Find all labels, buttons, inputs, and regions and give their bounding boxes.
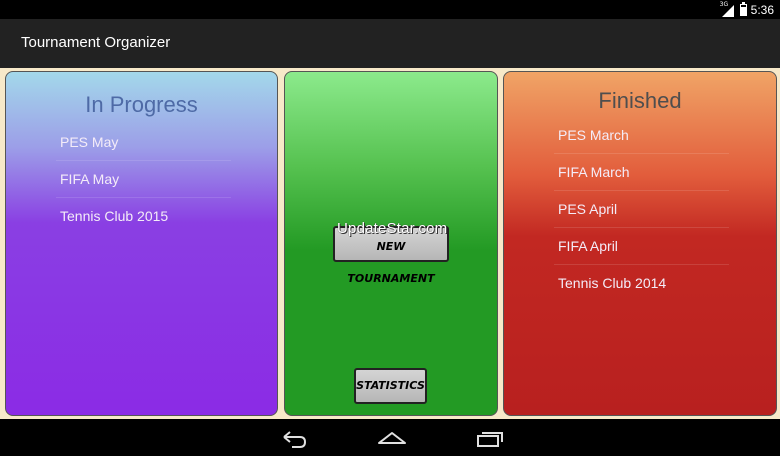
- status-bar: 3G 5:36: [0, 0, 780, 19]
- finished-item[interactable]: PES March: [554, 117, 729, 154]
- watermark: UpdateStar.com: [337, 220, 448, 237]
- finished-item[interactable]: FIFA March: [554, 154, 729, 191]
- action-bar: Tournament Organizer: [0, 19, 780, 68]
- in-progress-item[interactable]: PES May: [56, 124, 231, 161]
- home-icon[interactable]: [376, 427, 408, 449]
- finished-list: PES March FIFA March PES April FIFA Apri…: [554, 117, 729, 302]
- finished-item[interactable]: FIFA April: [554, 228, 729, 265]
- finished-title: Finished: [598, 88, 682, 113]
- finished-item[interactable]: Tennis Club 2014: [554, 265, 729, 302]
- in-progress-panel: In Progress PES May FIFA May Tennis Club…: [5, 71, 278, 416]
- main-content: In Progress PES May FIFA May Tennis Club…: [0, 68, 780, 419]
- navigation-bar: [0, 419, 780, 456]
- in-progress-item[interactable]: FIFA May: [56, 161, 231, 198]
- back-icon[interactable]: [278, 427, 310, 449]
- battery-icon: [739, 1, 747, 16]
- statistics-button[interactable]: STATISTICS: [354, 368, 427, 404]
- signal-icon: 3G: [720, 1, 736, 17]
- in-progress-title: In Progress: [85, 92, 198, 117]
- app-title: Tournament Organizer: [21, 34, 171, 51]
- in-progress-item[interactable]: Tennis Club 2015: [56, 198, 231, 235]
- in-progress-list: PES May FIFA May Tennis Club 2015: [56, 124, 231, 235]
- recent-apps-icon[interactable]: [474, 427, 506, 449]
- finished-item[interactable]: PES April: [554, 191, 729, 228]
- actions-panel: NEW TOURNAMENT UpdateStar.com STATISTICS: [284, 71, 498, 416]
- clock: 5:36: [750, 2, 774, 17]
- finished-panel: Finished PES March FIFA March PES April …: [503, 71, 777, 416]
- status-icons: 3G 5:36: [720, 1, 774, 18]
